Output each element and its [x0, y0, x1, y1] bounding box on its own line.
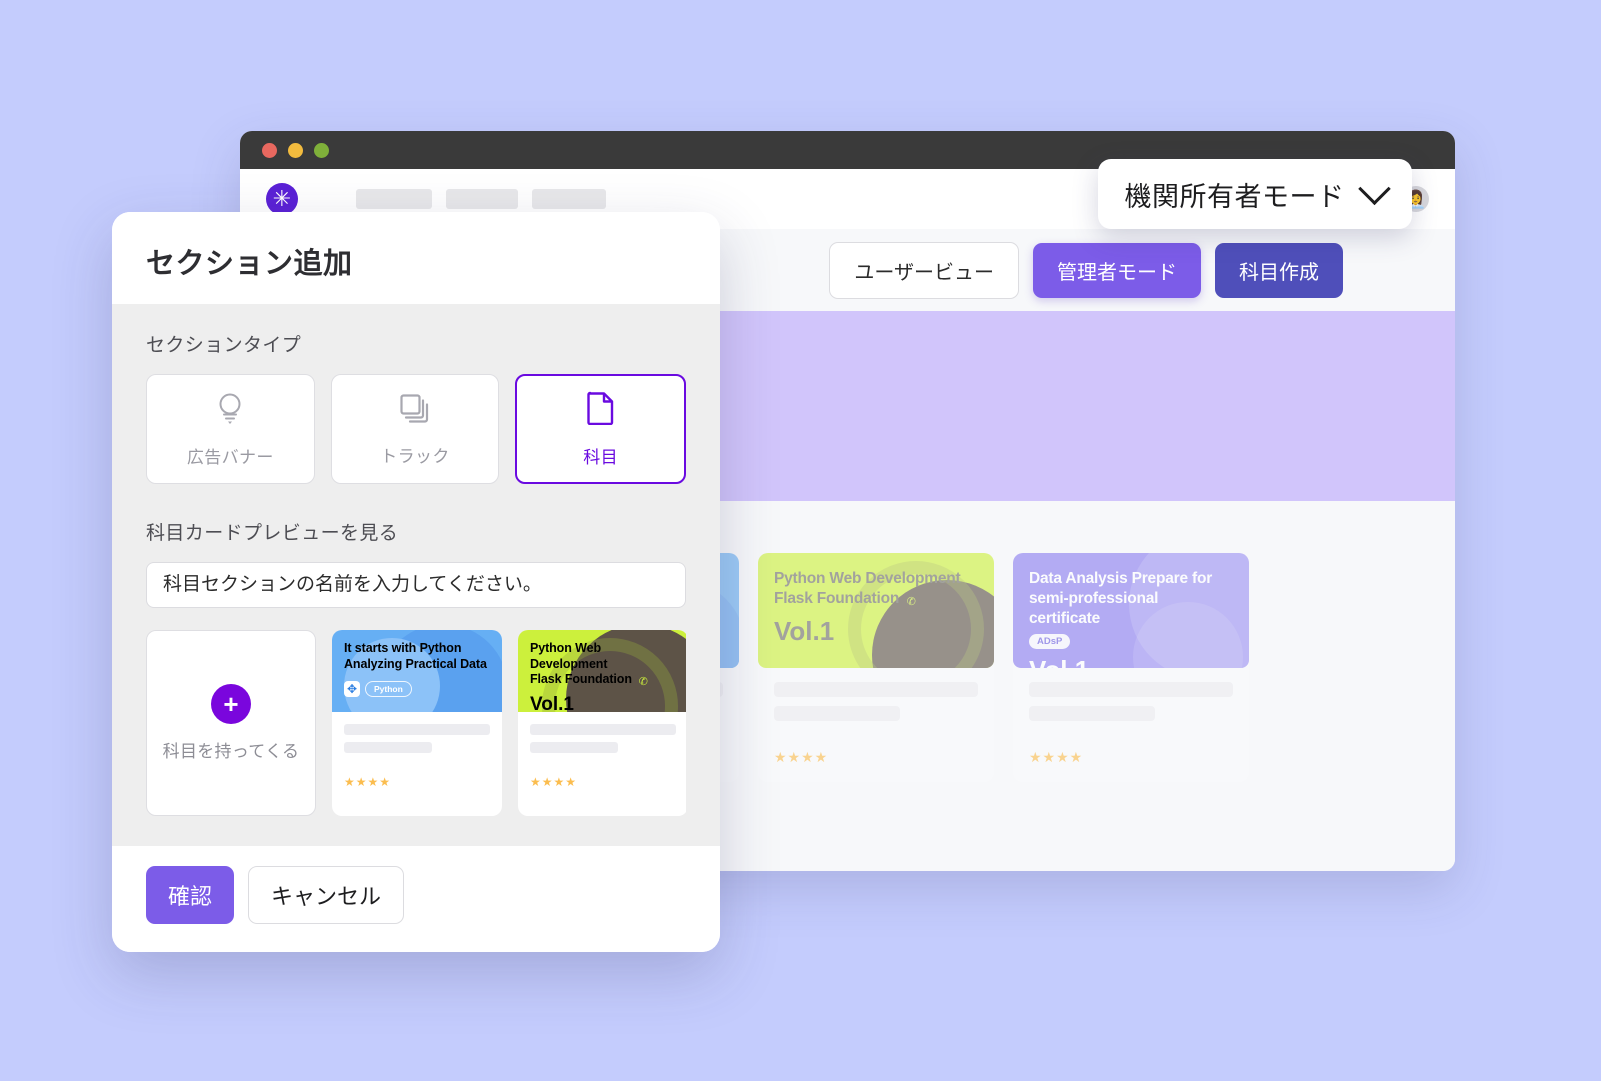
stack-icon [399, 392, 431, 429]
section-type-label: セクションタイプ [146, 335, 302, 356]
section-type-option-ad-banner[interactable]: 広告バナー [146, 374, 315, 484]
maximize-window-button[interactable] [314, 142, 329, 158]
course-card-body: ★★★★ [1013, 668, 1249, 782]
section-type-options: 広告バナー トラック 科目 [146, 374, 687, 484]
course-volume: Vol.1 [774, 615, 835, 646]
mobile-phone-icon: ✆ [903, 593, 920, 610]
user-view-button[interactable]: ユーザービュー [829, 241, 1019, 299]
preview-course-card[interactable]: Python Web Development Flask Foundation … [518, 630, 686, 816]
admin-mode-button[interactable]: 管理者モード [1033, 242, 1201, 298]
section-type-option-track[interactable]: トラック [330, 374, 500, 484]
skeleton-line [530, 724, 676, 735]
mobile-phone-icon: ✆ [635, 674, 652, 691]
preview-course-title: Python Web Development Flask Foundation … [530, 641, 676, 691]
nav-item-placeholder-2[interactable] [446, 189, 518, 209]
rating-stars: ★★★★ [530, 775, 578, 789]
add-course-tile[interactable]: + 科目を持ってくる [146, 630, 316, 816]
close-window-button[interactable] [262, 142, 277, 158]
course-title-line-1: Data Analysis Prepare for [1029, 570, 1213, 587]
course-card[interactable]: Python Web Development Flask Foundation … [758, 553, 994, 782]
document-icon [586, 391, 615, 430]
preview-title-line-1: It starts with Python [344, 641, 462, 655]
python-logo-icon: ✥ [344, 681, 360, 698]
python-badge-row: ✥ Python [344, 681, 490, 698]
preview-thumbnail: Python Web Development Flask Foundation … [518, 630, 686, 712]
preview-title-line-2: Flask Foundation [530, 672, 632, 687]
confirm-button[interactable]: 確認 [146, 866, 235, 924]
skeleton-line [1029, 682, 1233, 697]
certificate-badge: ADsP [1029, 634, 1071, 650]
preview-course-volume: Vol.1 [530, 694, 574, 712]
skeleton-line [344, 742, 432, 753]
rating-stars: ★★★★ [1029, 749, 1084, 765]
section-type-label-ad-banner: 広告バナー [186, 447, 274, 467]
skeleton-line [774, 706, 901, 721]
course-thumbnail: Data Analysis Prepare for semi-professio… [1013, 553, 1249, 668]
preview-card-body: ★★★★ [332, 712, 502, 789]
minimize-window-button[interactable] [288, 142, 303, 158]
section-type-label-course: 科目 [583, 447, 619, 467]
preview-thumbnail: It starts with Python Analyzing Practica… [332, 630, 502, 712]
create-course-button[interactable]: 科目作成 [1215, 242, 1343, 298]
course-card[interactable]: Data Analysis Prepare for semi-professio… [1013, 553, 1249, 782]
cancel-button[interactable]: キャンセル [248, 866, 405, 924]
python-chip-label: Python [365, 681, 412, 698]
modal-header: セクション追加 [112, 212, 720, 304]
rating-stars: ★★★★ [344, 775, 392, 789]
section-type-label-track: トラック [380, 446, 450, 466]
course-card-body: ★★★★ [758, 668, 994, 782]
section-type-option-course[interactable]: 科目 [515, 374, 687, 484]
modal-footer: 確認 キャンセル [112, 846, 720, 952]
rating-stars: ★★★★ [774, 749, 829, 765]
course-title-line-2: semi-professional certificate [1029, 589, 1159, 627]
course-title-line-2: Flask Foundation [774, 589, 900, 607]
preview-title-line-2: Analyzing Practical Data [344, 656, 487, 671]
preview-card-body: ★★★★ [518, 712, 686, 789]
preview-course-title: It starts with Python Analyzing Practica… [344, 641, 490, 672]
preview-title-line-1: Python Web Development [530, 641, 608, 671]
chevron-down-icon [1357, 172, 1391, 205]
preview-label: 科目カードプレビューを見る [146, 523, 399, 544]
modal-title: セクション追加 [146, 248, 353, 280]
add-course-label: 科目を持ってくる [162, 742, 300, 761]
skeleton-line [530, 742, 618, 753]
course-preview-row: + 科目を持ってくる It starts with Python Analyzi… [146, 630, 686, 816]
course-title: Data Analysis Prepare for semi-professio… [1029, 569, 1233, 628]
add-section-modal: セクション追加 セクションタイプ 広告バナー トラック 科目 科目カードプレビュ… [112, 212, 720, 952]
plus-icon: + [211, 684, 251, 724]
skeleton-line [774, 682, 978, 697]
skeleton-line [1029, 706, 1156, 721]
institution-owner-mode-dropdown[interactable]: 機関所有者モード [1098, 159, 1412, 229]
course-title: Python Web Development Flask Foundation … [774, 569, 978, 610]
course-volume: Vol.1 [1029, 655, 1233, 668]
course-thumbnail: Python Web Development Flask Foundation … [758, 553, 994, 668]
modal-body: セクションタイプ 広告バナー トラック 科目 科目カードプレビューを見る 科目セ… [112, 304, 720, 846]
nav-item-placeholder-3[interactable] [532, 189, 606, 209]
nav-item-placeholder-1[interactable] [356, 189, 432, 209]
preview-course-card[interactable]: It starts with Python Analyzing Practica… [332, 630, 502, 816]
course-title-line-1: Python Web Development [774, 570, 961, 587]
skeleton-line [344, 724, 490, 735]
section-name-input[interactable] [146, 562, 686, 608]
brand-logo-icon[interactable]: ✳ [266, 183, 298, 215]
lightbulb-icon [215, 391, 245, 430]
mode-dropdown-label: 機関所有者モード [1124, 181, 1345, 212]
